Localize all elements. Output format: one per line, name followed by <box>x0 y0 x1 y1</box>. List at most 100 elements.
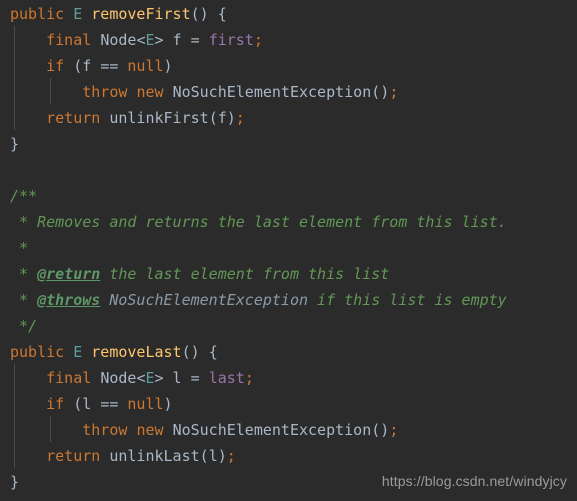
code-token: removeLast <box>91 343 182 361</box>
code-token: ; <box>244 369 254 387</box>
code-line[interactable]: public E removeLast() { <box>0 339 577 365</box>
code-token: () <box>371 83 390 101</box>
code-token: * <box>10 265 38 283</box>
code-token: f <box>163 31 191 49</box>
code-token: null <box>127 395 164 413</box>
code-token: f <box>82 57 101 75</box>
code-line[interactable]: throw new NoSuchElementException(); <box>0 79 577 105</box>
code-line[interactable]: return unlinkLast(l); <box>0 443 577 469</box>
code-token: removeFirst <box>91 5 191 23</box>
code-token: public <box>10 5 65 23</box>
code-token: ( <box>208 109 218 127</box>
code-token: * <box>10 239 29 257</box>
code-token: new <box>136 83 164 101</box>
code-token: { <box>217 5 227 23</box>
code-token: ( <box>199 447 209 465</box>
code-token: final <box>46 369 92 387</box>
code-token: /** <box>10 187 38 205</box>
code-line[interactable]: * <box>0 235 577 261</box>
code-token: E <box>145 369 155 387</box>
code-line[interactable]: */ <box>0 313 577 339</box>
code-token: throw <box>82 421 128 439</box>
code-token: l <box>163 369 191 387</box>
code-token: ( <box>73 57 83 75</box>
code-token: > <box>154 369 164 387</box>
code-line[interactable]: * @throws NoSuchElementException if this… <box>0 287 577 313</box>
code-token: * <box>10 291 38 309</box>
code-line[interactable]: if (l == null) <box>0 391 577 417</box>
code-line[interactable] <box>0 157 577 183</box>
code-token: ; <box>389 83 399 101</box>
code-token: Node <box>100 31 137 49</box>
code-token: { <box>208 343 218 361</box>
code-token: = <box>190 31 200 49</box>
code-token: E <box>73 5 83 23</box>
code-token: () <box>181 343 200 361</box>
code-line[interactable]: throw new NoSuchElementException(); <box>0 417 577 443</box>
code-token: == <box>100 395 119 413</box>
code-token: = <box>190 369 200 387</box>
code-token: first <box>208 31 254 49</box>
code-token: > <box>154 31 164 49</box>
code-editor[interactable]: public E removeFirst() { final Node<E> f… <box>0 0 577 501</box>
code-token: throw <box>82 83 128 101</box>
code-token: the last element from this list <box>100 265 390 283</box>
code-line[interactable]: return unlinkFirst(f); <box>0 105 577 131</box>
code-line[interactable]: * Removes and returns the last element f… <box>0 209 577 235</box>
code-token: NoSuchElementException <box>172 421 372 439</box>
code-line[interactable]: final Node<E> f = first; <box>0 27 577 53</box>
code-token: ; <box>226 447 236 465</box>
code-token: @throws <box>37 291 101 309</box>
code-token: E <box>145 31 155 49</box>
code-token: if <box>46 57 65 75</box>
code-token: ) <box>217 447 227 465</box>
code-token: l <box>82 395 101 413</box>
code-line[interactable]: /** <box>0 183 577 209</box>
code-token: return <box>46 109 101 127</box>
code-token: if this list is empty <box>308 291 507 309</box>
code-line[interactable]: } <box>0 131 577 157</box>
code-token: unlinkLast <box>109 447 200 465</box>
code-token: Node <box>100 369 137 387</box>
code-line[interactable]: final Node<E> l = last; <box>0 365 577 391</box>
code-token: null <box>127 57 164 75</box>
code-line[interactable]: * @return the last element from this lis… <box>0 261 577 287</box>
code-token: if <box>46 395 65 413</box>
code-token: ( <box>73 395 83 413</box>
code-token: E <box>73 343 83 361</box>
code-token: final <box>46 31 92 49</box>
code-token: last <box>208 369 245 387</box>
code-token: * Removes and returns the last element f… <box>10 213 507 231</box>
code-token: public <box>10 343 65 361</box>
code-content[interactable]: public E removeFirst() { final Node<E> f… <box>0 0 577 501</box>
code-token: NoSuchElementException <box>109 291 309 309</box>
code-line[interactable]: if (f == null) <box>0 53 577 79</box>
code-token: return <box>46 447 101 465</box>
code-line[interactable]: public E removeFirst() { <box>0 1 577 27</box>
code-token: l <box>208 447 218 465</box>
code-token: == <box>100 57 119 75</box>
code-token: () <box>190 5 209 23</box>
code-token: new <box>136 421 164 439</box>
code-token: () <box>371 421 390 439</box>
